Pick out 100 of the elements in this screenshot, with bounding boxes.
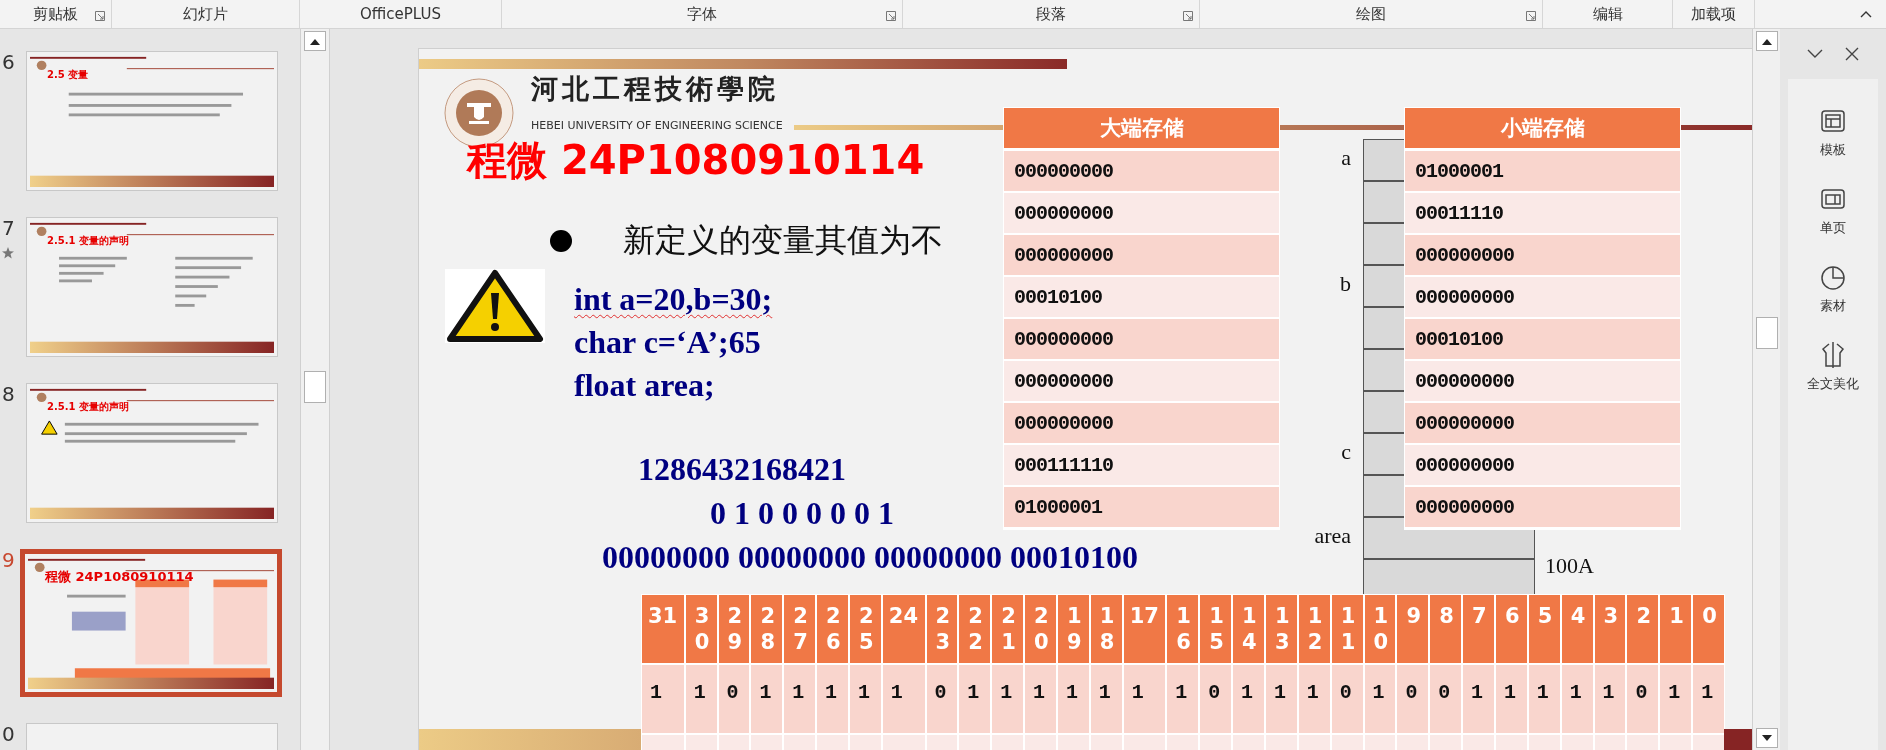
bit-index-header: 31 <box>642 595 684 663</box>
collapse-ribbon-icon[interactable] <box>1860 10 1872 18</box>
bit-index-header: 12 <box>1298 595 1330 663</box>
scrollbar-thumb[interactable] <box>304 371 326 403</box>
table-cell: 00011110 <box>1405 193 1680 235</box>
bit-cell: 1 <box>1364 665 1396 733</box>
warning-sign-icon <box>445 269 545 343</box>
bit-index-header: 6 <box>1495 595 1527 663</box>
table-header: 大端存储 <box>1004 108 1279 151</box>
bit-cell: 0 <box>1200 665 1232 733</box>
ribbon-group-label: OfficePLUS <box>360 5 441 23</box>
table-cell: 000000000 <box>1004 235 1279 277</box>
table-cell: 000000000 <box>1004 319 1279 361</box>
table-header: 小端存储 <box>1405 108 1680 151</box>
code-line: float area; <box>574 367 715 404</box>
side-panel-button[interactable]: 素材 <box>1819 263 1847 315</box>
slide-number: 6 <box>1 51 16 76</box>
char-binary: 0 1 0 0 0 0 0 1 <box>710 495 894 532</box>
bit-cell: 1 <box>1057 665 1089 733</box>
side-panel-button[interactable]: 模板 <box>1819 107 1847 159</box>
up-arrow-icon <box>310 37 320 45</box>
shirt-icon <box>1819 341 1847 369</box>
slide-thumbnail[interactable]: 程微 24P1080910114 <box>20 549 282 697</box>
bit-cell: 1 <box>1265 665 1297 733</box>
table-cell: 000000000 <box>1004 193 1279 235</box>
bit-cell: 1 <box>1233 665 1264 733</box>
side-panel-button[interactable]: 全文美化 <box>1807 341 1859 393</box>
thumbnail-title: 2.5.1 变量的声明 <box>47 234 129 248</box>
side-panel-button[interactable]: 单页 <box>1819 185 1847 237</box>
table-cell: 00010100 <box>1004 277 1279 319</box>
university-name: 河北工程技術學院 <box>531 72 779 106</box>
slide-number: 7 <box>1 217 16 242</box>
bit-cell: 1 <box>1463 665 1494 733</box>
slide-number: 9 <box>1 549 16 574</box>
bit-index-header: 30 <box>685 595 717 663</box>
scroll-down-button[interactable] <box>1755 728 1778 748</box>
dialog-launcher-icon[interactable] <box>1526 11 1536 21</box>
bit-index-header: 2 <box>1627 595 1659 663</box>
bit-index-header: 5 <box>1528 595 1560 663</box>
scroll-up-button[interactable] <box>1755 31 1778 51</box>
bit-cell: 1 <box>685 665 717 733</box>
bit-index-header: 26 <box>817 595 848 663</box>
bit-index-header: 11 <box>1331 595 1363 663</box>
variable-label: c <box>1341 439 1351 465</box>
code-line: int a=20,b=30; <box>574 281 773 318</box>
bit-index-header: 23 <box>926 595 958 663</box>
bit-index-header: 25 <box>849 595 881 663</box>
bit-index-header: 28 <box>751 595 783 663</box>
slide-thumbnail[interactable]: 2.5 变量 <box>26 51 278 191</box>
bit-index-header: 27 <box>784 595 816 663</box>
scrollbar-thumb[interactable] <box>1755 317 1778 349</box>
bit-cell: 0 <box>1430 665 1462 733</box>
table-cell: 000111110 <box>1004 445 1279 487</box>
pie-chart-icon <box>1819 263 1847 291</box>
bit-index-header: 3 <box>1594 595 1626 663</box>
down-arrow-icon <box>1761 734 1772 742</box>
bit-cell: 0 <box>1397 665 1429 733</box>
bit-cell: 1 <box>751 665 783 733</box>
bit-cell: 1 <box>1123 665 1166 733</box>
table-cell: 000000000 <box>1405 403 1680 445</box>
scroll-up-button[interactable] <box>304 31 326 51</box>
dialog-launcher-icon[interactable] <box>886 11 896 21</box>
dialog-launcher-icon[interactable] <box>95 11 105 21</box>
bit-index-header: 14 <box>1233 595 1264 663</box>
bit-cell: 1 <box>817 665 848 733</box>
bit-cell: 1 <box>1090 665 1122 733</box>
slide-thumbnail[interactable]: 2.5.1 变量的声明 <box>26 383 278 523</box>
bit-weights: 1286432168421 <box>638 451 846 488</box>
university-english-name: HEBEI UNIVERSITY OF ENGINEERING SCIENCE <box>531 119 783 132</box>
bit-index-header: 22 <box>959 595 991 663</box>
bit-cell: 1 <box>1528 665 1560 733</box>
bit-cell: 1 <box>642 665 684 733</box>
bit-index-header: 21 <box>992 595 1024 663</box>
table-cell: 000000000 <box>1004 403 1279 445</box>
table-cell: 000000000 <box>1405 487 1680 529</box>
bit-cell: 0 <box>1331 665 1363 733</box>
dialog-launcher-icon[interactable] <box>1183 11 1193 21</box>
bit-index-header: 10 <box>1364 595 1396 663</box>
bit-cell: 1 <box>784 665 816 733</box>
bit-index-header: 15 <box>1200 595 1232 663</box>
table-cell: 000000000 <box>1004 361 1279 403</box>
bit-cell: 0 <box>718 665 750 733</box>
up-arrow-icon <box>1761 37 1772 45</box>
code-line: char c=‘A’;65 <box>574 324 761 361</box>
bit-index-header: 19 <box>1057 595 1089 663</box>
bit-index-header: 29 <box>718 595 750 663</box>
int-binary: 00000000 00000000 00000000 00010100 <box>602 539 1138 576</box>
bullet-dot <box>550 230 572 252</box>
bit-cell: 1 <box>849 665 881 733</box>
bit-cell: 1 <box>1298 665 1330 733</box>
bit-cell: 0 <box>1627 665 1659 733</box>
collapse-icon[interactable] <box>1807 49 1823 59</box>
bit-index-header: 0 <box>1693 595 1724 663</box>
slide-thumbnail[interactable]: 2.5.1 变量的声明 <box>26 217 278 357</box>
table-cell: 01000001 <box>1004 487 1279 529</box>
table-cell: 01000001 <box>1405 151 1680 193</box>
close-icon[interactable] <box>1845 47 1859 61</box>
bullet-text: 新定义的变量其值为不 <box>623 220 943 261</box>
template-icon <box>1819 107 1847 135</box>
variable-label: a <box>1341 145 1351 171</box>
